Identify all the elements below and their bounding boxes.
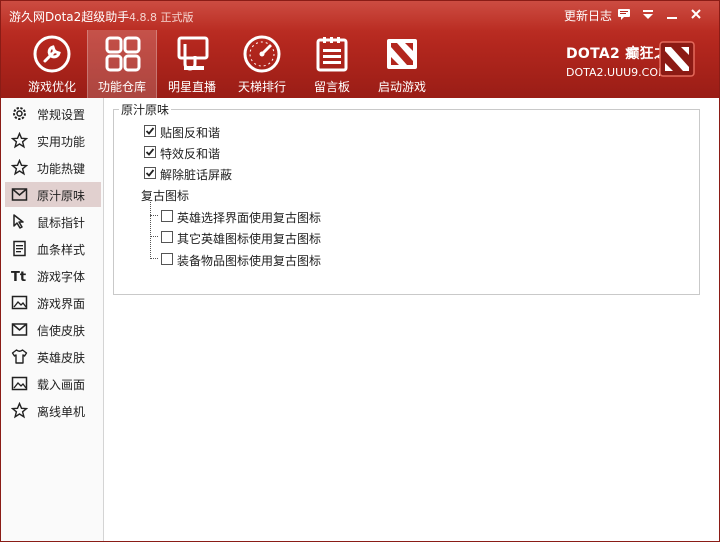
nav-star-live[interactable]: 明星直播: [157, 30, 227, 98]
sidebar-item-offline[interactable]: 离线单机: [5, 398, 101, 423]
sidebar: 常规设置 实用功能 功能热键 原汁原味 鼠标指针 血条样式 Tt 游戏字体 游戏…: [1, 98, 104, 541]
nav-label: 留言板: [313, 80, 350, 94]
retro-icons-heading: 复古图标: [141, 189, 190, 203]
gear-icon: [11, 105, 28, 122]
app-window: 游久网Dota2超级助手 4.8.8 正式版 更新日志 游戏优化 功能仓库 明星…: [0, 0, 720, 542]
svg-text:Tt: Tt: [11, 270, 26, 284]
sidebar-item-label: 原汁原味: [37, 189, 86, 203]
checkbox-label: 其它英雄图标使用复古图标: [177, 232, 322, 246]
nav-launch-game[interactable]: 启动游戏: [367, 30, 437, 98]
cursor-icon: [11, 213, 28, 230]
sidebar-item-original[interactable]: 原汁原味: [5, 182, 101, 207]
star-icon: [10, 158, 29, 176]
document-icon: [11, 240, 28, 257]
notepad-icon: [312, 34, 352, 74]
checkbox-retro-other-hero[interactable]: [161, 231, 173, 243]
sidebar-item-game-ui[interactable]: 游戏界面: [5, 290, 101, 315]
checkbox-texture-unharmonize[interactable]: [144, 125, 156, 137]
sidebar-item-label: 实用功能: [37, 135, 86, 149]
header-bar: 游久网Dota2超级助手 4.8.8 正式版 更新日志 游戏优化 功能仓库 明星…: [1, 1, 719, 98]
nav-label: 功能仓库: [97, 80, 146, 94]
tree-line: [150, 202, 151, 259]
dota-logo-icon: [382, 34, 422, 74]
checkbox-label: 装备物品图标使用复古图标: [177, 254, 322, 268]
sidebar-item-mouse-cursor[interactable]: 鼠标指针: [5, 209, 101, 234]
close-icon[interactable]: [689, 7, 703, 21]
grid-icon: [103, 34, 143, 74]
sidebar-item-label: 信使皮肤: [37, 324, 86, 338]
sidebar-item-game-font[interactable]: Tt 游戏字体: [5, 263, 101, 288]
changelog-link[interactable]: 更新日志: [564, 7, 612, 24]
font-icon: Tt: [11, 267, 28, 285]
picture-icon: [11, 294, 28, 311]
envelope-icon: [11, 321, 28, 338]
checkbox-retro-items[interactable]: [161, 253, 173, 265]
tree-branch: [150, 258, 158, 259]
menu-dropdown-icon[interactable]: [641, 7, 655, 21]
star-icon: [10, 401, 29, 419]
sidebar-item-utilities[interactable]: 实用功能: [5, 128, 101, 153]
nav-label: 启动游戏: [377, 80, 426, 94]
nav-label: 天梯排行: [237, 80, 286, 94]
sidebar-item-courier-skin[interactable]: 信使皮肤: [5, 317, 101, 342]
checkbox-effects-unharmonize[interactable]: [144, 146, 156, 158]
nav-feature-store[interactable]: 功能仓库: [87, 30, 157, 98]
sidebar-item-label: 英雄皮肤: [37, 351, 86, 365]
star-icon: [10, 131, 29, 149]
sidebar-item-label: 离线单机: [37, 405, 86, 419]
sidebar-item-label: 鼠标指针: [37, 216, 86, 230]
chat-icon[interactable]: [617, 7, 631, 21]
group-title: 原汁原味: [119, 101, 172, 118]
sidebar-item-label: 血条样式: [37, 243, 86, 257]
nav-label: 明星直播: [167, 80, 216, 94]
checkbox-label: 贴图反和谐: [160, 126, 221, 140]
wrench-icon: [32, 34, 72, 74]
nav-message-board[interactable]: 留言板: [297, 30, 367, 98]
sidebar-item-hotkeys[interactable]: 功能热键: [5, 155, 101, 180]
dota-brand-logo-icon: [657, 39, 697, 79]
checkbox-label: 英雄选择界面使用复古图标: [177, 211, 322, 225]
sidebar-item-hero-skin[interactable]: 英雄皮肤: [5, 344, 101, 369]
sidebar-item-label: 功能热键: [37, 162, 86, 176]
checkbox-label: 特效反和谐: [160, 147, 221, 161]
live-stream-icon: [172, 34, 212, 74]
nav-game-optimize[interactable]: 游戏优化: [17, 30, 87, 98]
version-label: 4.8.8 正式版: [129, 11, 194, 24]
window-title: 游久网Dota2超级助手: [9, 10, 130, 24]
tree-branch: [150, 236, 158, 237]
sidebar-item-label: 游戏界面: [37, 297, 86, 311]
sidebar-item-general-settings[interactable]: 常规设置: [5, 101, 101, 126]
sidebar-item-loading-screen[interactable]: 载入画面: [5, 371, 101, 396]
nav-ladder-rank[interactable]: 天梯排行: [227, 30, 297, 98]
picture-icon: [11, 375, 28, 392]
gauge-icon: [242, 34, 282, 74]
sidebar-item-healthbar[interactable]: 血条样式: [5, 236, 101, 261]
sidebar-item-label: 游戏字体: [37, 270, 86, 284]
nav-label: 游戏优化: [27, 80, 76, 94]
checkbox-profanity-filter[interactable]: [144, 167, 156, 179]
sidebar-item-label: 常规设置: [37, 108, 86, 122]
checkbox-label: 解除脏话屏蔽: [160, 168, 233, 182]
checkbox-retro-hero-select[interactable]: [161, 210, 173, 222]
minimize-icon[interactable]: [665, 7, 679, 21]
tree-branch: [150, 215, 158, 216]
shirt-icon: [11, 348, 28, 365]
envelope-icon: [11, 186, 28, 203]
sidebar-item-label: 载入画面: [37, 378, 86, 392]
